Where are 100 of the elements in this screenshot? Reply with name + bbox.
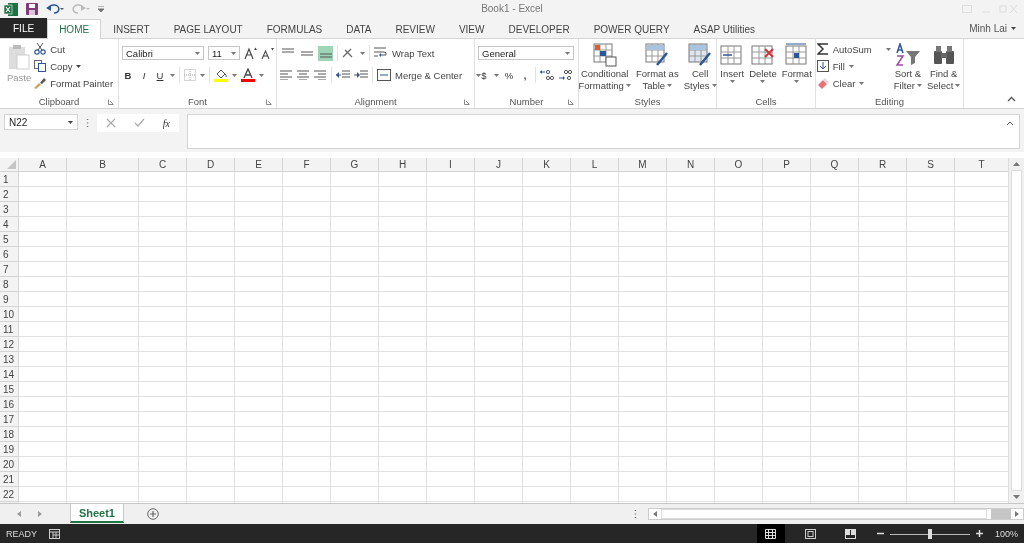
row-header[interactable]: 1 <box>0 172 19 187</box>
name-box[interactable]: N22 <box>4 114 78 130</box>
zoom-slider-thumb[interactable] <box>927 528 932 539</box>
row-header[interactable]: 18 <box>0 427 19 442</box>
zoom-in-icon[interactable] <box>975 530 983 537</box>
vertical-scrollbar[interactable] <box>1008 158 1024 503</box>
column-header[interactable]: H <box>379 158 427 172</box>
undo-icon[interactable] <box>46 3 64 15</box>
column-header[interactable]: N <box>667 158 715 172</box>
row-header[interactable]: 4 <box>0 217 19 232</box>
column-header[interactable]: K <box>523 158 571 172</box>
macro-record-icon[interactable] <box>49 528 60 539</box>
increase-decimal-icon[interactable] <box>540 69 554 81</box>
ribbon-tab[interactable]: PAGE LAYOUT <box>161 19 255 38</box>
font-name-field[interactable]: Calibri <box>122 46 204 60</box>
scroll-right-icon[interactable] <box>37 511 42 517</box>
shrink-font-icon[interactable] <box>261 47 274 59</box>
horizontal-align-icon[interactable] <box>280 70 293 80</box>
ribbon-tab[interactable]: HOME <box>47 19 102 39</box>
sheet-tab[interactable]: Sheet1 <box>69 504 124 523</box>
dialog-launcher-icon[interactable] <box>464 99 470 105</box>
column-header[interactable]: F <box>283 158 331 172</box>
wrap-text-button[interactable]: Wrap Text <box>374 46 435 60</box>
column-header[interactable]: D <box>187 158 235 172</box>
row-header[interactable]: 22 <box>0 487 19 502</box>
number-format-field[interactable]: General <box>478 46 574 60</box>
vertical-align-button[interactable] <box>318 45 333 61</box>
scroll-left-icon[interactable] <box>17 511 21 517</box>
row-header[interactable]: 2 <box>0 187 19 202</box>
increase-indent-icon[interactable] <box>354 70 368 80</box>
merge-center-button[interactable]: Merge & Center <box>377 68 482 82</box>
font-size-field[interactable]: 11 <box>208 46 240 60</box>
ribbon-tab[interactable]: FORMULAS <box>254 19 335 38</box>
row-header[interactable]: 13 <box>0 352 19 367</box>
collapse-ribbon-icon[interactable] <box>1007 96 1016 102</box>
column-header[interactable]: P <box>763 158 811 172</box>
editing-button[interactable]: Find & Select <box>924 42 963 92</box>
horizontal-align-icon[interactable] <box>297 70 310 80</box>
ribbon-tab[interactable]: FILE <box>0 18 48 38</box>
horizontal-scrollbar[interactable] <box>648 508 1024 520</box>
redo-icon[interactable] <box>72 3 90 15</box>
scroll-up-icon[interactable] <box>1013 162 1020 166</box>
zoom-level[interactable]: 100% <box>994 528 1018 539</box>
column-header[interactable]: J <box>475 158 523 172</box>
column-header[interactable]: A <box>19 158 67 172</box>
decrease-decimal-icon[interactable] <box>558 69 572 81</box>
grow-font-icon[interactable] <box>244 47 257 59</box>
cut-button[interactable]: Cut <box>34 42 66 56</box>
column-header[interactable]: L <box>571 158 619 172</box>
dialog-launcher-icon[interactable] <box>108 99 114 105</box>
copy-button[interactable]: Copy <box>34 59 82 73</box>
expand-icon[interactable] <box>1006 121 1014 126</box>
ribbon-tab[interactable]: POWER QUERY <box>581 19 682 38</box>
scroll-right-icon[interactable] <box>1015 511 1019 517</box>
row-header[interactable]: 3 <box>0 202 19 217</box>
checkmark-icon[interactable] <box>133 118 145 128</box>
excel-logo-icon[interactable] <box>4 2 18 16</box>
row-header[interactable]: 8 <box>0 277 19 292</box>
bold-button[interactable]: B <box>122 69 134 81</box>
column-header[interactable]: C <box>139 158 187 172</box>
normal-view-button[interactable] <box>756 524 785 543</box>
ribbon-tab[interactable]: ASAP Utilities <box>681 19 768 38</box>
insert-function-button[interactable]: fx <box>162 117 170 129</box>
column-header[interactable]: S <box>907 158 955 172</box>
ribbon-tab[interactable]: DEVELOPER <box>496 19 582 38</box>
column-header[interactable]: T <box>955 158 1008 172</box>
autosum-button[interactable]: AutoSum <box>816 42 891 56</box>
column-header[interactable]: G <box>331 158 379 172</box>
zoom-slider[interactable] <box>889 528 970 539</box>
underline-button[interactable]: U <box>154 69 166 81</box>
editing-button[interactable]: Sort & Filter <box>891 42 924 92</box>
ribbon-tab[interactable]: DATA <box>334 19 384 38</box>
row-header[interactable]: 15 <box>0 382 19 397</box>
column-header[interactable]: I <box>427 158 475 172</box>
ribbon-tab[interactable]: REVIEW <box>383 19 447 38</box>
clear-button[interactable]: Clear <box>816 76 865 90</box>
scroll-thumb[interactable] <box>991 509 1011 519</box>
add-sheet-icon[interactable] <box>147 508 159 520</box>
row-header[interactable]: 10 <box>0 307 19 322</box>
cells-button[interactable]: Delete <box>747 42 779 84</box>
column-header[interactable]: M <box>619 158 667 172</box>
cells-button[interactable]: Format <box>779 42 814 84</box>
row-header[interactable]: 11 <box>0 322 19 337</box>
row-header[interactable]: 19 <box>0 442 19 457</box>
fill-color-icon[interactable] <box>214 68 228 82</box>
decrease-indent-icon[interactable] <box>336 70 350 80</box>
row-header[interactable]: 9 <box>0 292 19 307</box>
row-header[interactable]: 20 <box>0 457 19 472</box>
ribbon-tab[interactable]: INSERT <box>101 19 162 38</box>
styles-button[interactable]: Format as Table <box>633 42 681 92</box>
cancel-icon[interactable] <box>105 118 116 128</box>
italic-button[interactable]: I <box>138 69 150 81</box>
row-header[interactable]: 17 <box>0 412 19 427</box>
column-header[interactable]: R <box>859 158 907 172</box>
user-name[interactable]: Minh Lai <box>969 22 1007 34</box>
row-header[interactable]: 5 <box>0 232 19 247</box>
column-header[interactable]: E <box>235 158 283 172</box>
formula-input[interactable] <box>187 114 1020 149</box>
horizontal-align-icon[interactable] <box>314 70 327 80</box>
scroll-down-icon[interactable] <box>1013 495 1020 499</box>
